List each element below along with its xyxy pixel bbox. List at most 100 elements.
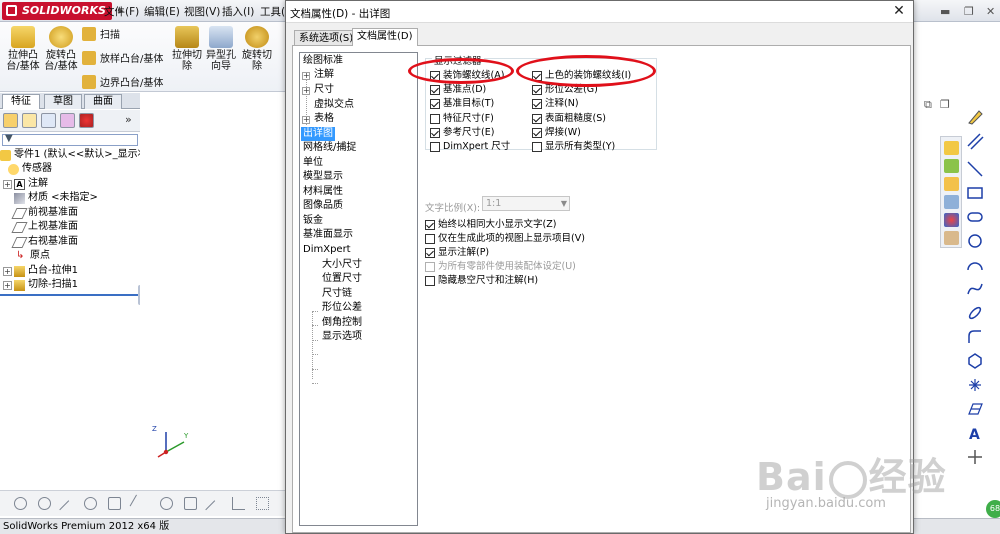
- nav-location-dimension[interactable]: 位置尺寸: [320, 272, 364, 286]
- tree-item-top-plane[interactable]: 上视基准面: [11, 220, 78, 234]
- solidworks-logo[interactable]: SOLIDWORKS ▸: [2, 2, 124, 20]
- checkbox-checked[interactable]: [430, 127, 440, 138]
- dimxpert-manager-icon[interactable]: [60, 113, 75, 128]
- nav-dimxpert[interactable]: DimXpert: [301, 243, 353, 257]
- nav-geometric-tolerance[interactable]: 形位公差: [320, 301, 364, 315]
- circle-icon[interactable]: [38, 497, 51, 510]
- menu-view[interactable]: 视图(V): [184, 4, 220, 19]
- filter-dimxpert-dimensions[interactable]: DimXpert 尺寸: [430, 140, 510, 153]
- extrude-boss-button[interactable]: 拉伸凸 台/基体: [6, 26, 40, 72]
- filter-surface-finish[interactable]: 表面粗糙度(S): [532, 112, 606, 125]
- tab-sketch[interactable]: 草图: [44, 94, 82, 109]
- polygon-icon[interactable]: [966, 352, 984, 370]
- option-hide-dangling[interactable]: 隐藏悬空尺寸和注解(H): [425, 274, 538, 287]
- restore-icon[interactable]: ❐: [964, 5, 974, 18]
- filter-reference-dimensions[interactable]: 参考尺寸(E): [430, 126, 494, 139]
- checkbox-unchecked[interactable]: [425, 275, 435, 286]
- tab-document-properties[interactable]: 文档属性(D): [352, 28, 418, 46]
- point-icon[interactable]: [14, 497, 27, 510]
- extend-icon[interactable]: [129, 494, 148, 513]
- line-icon[interactable]: [59, 500, 78, 519]
- smart-dimension-icon[interactable]: [966, 132, 984, 150]
- checkbox-checked[interactable]: [532, 113, 542, 124]
- sketch-pencil-icon[interactable]: [966, 108, 984, 126]
- nav-virtual-sharps[interactable]: 虚拟交点: [312, 98, 356, 112]
- text-scale-select[interactable]: 1:1 ▼: [482, 196, 570, 211]
- fillet-icon[interactable]: [966, 328, 984, 346]
- tree-item-right-plane[interactable]: 右视基准面: [11, 235, 78, 249]
- text-icon[interactable]: A: [966, 424, 984, 442]
- property-manager-icon[interactable]: [22, 113, 37, 128]
- line-icon[interactable]: [966, 160, 984, 178]
- menu-insert[interactable]: 插入(I): [222, 4, 254, 19]
- restore-window-icon[interactable]: ❐: [940, 98, 950, 111]
- rectangle-icon[interactable]: [966, 184, 984, 202]
- nav-annotations[interactable]: 注解: [312, 68, 336, 82]
- option-display-annotations[interactable]: 显示注解(P): [425, 246, 489, 259]
- nav-chain-dimension[interactable]: 尺寸链: [320, 287, 354, 301]
- configuration-manager-icon[interactable]: [41, 113, 56, 128]
- nav-model-display[interactable]: 模型显示: [301, 170, 345, 184]
- nav-display-options[interactable]: 显示选项: [320, 330, 364, 344]
- expand-icon[interactable]: +: [302, 87, 310, 95]
- checkbox-unchecked[interactable]: [430, 141, 440, 152]
- tree-rollback-bar[interactable]: [0, 294, 140, 296]
- filter-welds[interactable]: 焊接(W): [532, 126, 581, 139]
- nav-chamfer-controls[interactable]: 倒角控制: [320, 316, 364, 330]
- boundary-boss-button[interactable]: 边界凸台/基体: [82, 74, 163, 89]
- offset-icon[interactable]: [205, 500, 224, 519]
- checkbox-checked[interactable]: [532, 84, 542, 95]
- slot-icon[interactable]: [966, 208, 984, 226]
- resources-icon[interactable]: [944, 141, 959, 155]
- minimize-icon[interactable]: ▬: [940, 5, 950, 18]
- tab-system-options[interactable]: 系统选项(S): [294, 30, 359, 46]
- hole-wizard-button[interactable]: 异型孔 向导: [204, 26, 238, 72]
- nav-size-dimension[interactable]: 大小尺寸: [320, 258, 364, 272]
- chevron-right-icon[interactable]: »: [125, 113, 132, 126]
- polygon-icon[interactable]: [84, 497, 97, 510]
- expand-icon[interactable]: +: [302, 72, 310, 80]
- design-library-icon[interactable]: [944, 159, 959, 173]
- expand-icon[interactable]: +: [302, 116, 310, 124]
- extrude-cut-button[interactable]: 拉伸切 除: [170, 26, 204, 72]
- ellipse-icon[interactable]: [966, 304, 984, 322]
- checkbox-unchecked[interactable]: [430, 113, 440, 124]
- tile-windows-icon[interactable]: ⧉: [924, 98, 932, 112]
- tab-surfaces[interactable]: 曲面: [84, 94, 122, 109]
- revolve-cut-button[interactable]: 旋转切 除: [240, 26, 274, 72]
- nav-image-quality[interactable]: 图像品质: [301, 199, 345, 213]
- tree-item-part[interactable]: 零件1 (默认<<默认>_显示状态: [0, 148, 158, 162]
- appearances-icon[interactable]: [944, 213, 959, 227]
- file-explorer-icon[interactable]: [944, 177, 959, 191]
- expand-icon[interactable]: +: [3, 280, 12, 290]
- plane-icon[interactable]: [966, 400, 984, 418]
- arc-icon[interactable]: [966, 256, 984, 274]
- loft-boss-button[interactable]: 放样凸台/基体: [82, 50, 163, 65]
- option-only-in-view-created[interactable]: 仅在生成此项的视图上显示项目(V): [425, 232, 585, 245]
- filter-notes[interactable]: 注释(N): [532, 97, 579, 110]
- trim-icon[interactable]: [108, 497, 121, 510]
- view-palette-icon[interactable]: [944, 195, 959, 209]
- tab-features[interactable]: 特征: [2, 94, 40, 109]
- nav-sheet-metal[interactable]: 钣金: [301, 214, 325, 228]
- expand-icon[interactable]: +: [3, 179, 12, 189]
- filter-feature-dimensions[interactable]: 特征尺寸(F): [430, 112, 494, 125]
- tree-item-front-plane[interactable]: 前视基准面: [11, 206, 78, 220]
- trim-icon[interactable]: [966, 448, 984, 466]
- checkbox-checked[interactable]: [425, 219, 435, 230]
- filter-display-all-types[interactable]: 显示所有类型(Y): [532, 140, 615, 153]
- tree-item-sensors[interactable]: 传感器: [8, 162, 52, 176]
- revolve-boss-button[interactable]: 旋转凸 台/基体: [44, 26, 78, 72]
- dialog-close-icon[interactable]: ✕: [891, 3, 907, 19]
- checkbox-checked[interactable]: [532, 127, 542, 138]
- sweep-button[interactable]: 扫描: [82, 26, 120, 41]
- fillet-icon[interactable]: [160, 497, 173, 510]
- tree-item-annotations[interactable]: + A 注解: [3, 177, 48, 191]
- corner-rectangle-icon[interactable]: [232, 497, 245, 510]
- checkbox-unchecked[interactable]: [425, 233, 435, 244]
- checkbox-checked[interactable]: [425, 247, 435, 258]
- nav-units[interactable]: 单位: [301, 156, 325, 170]
- point-icon[interactable]: [966, 376, 984, 394]
- expand-icon[interactable]: +: [3, 266, 12, 276]
- filter-datums[interactable]: 基准点(D): [430, 83, 486, 96]
